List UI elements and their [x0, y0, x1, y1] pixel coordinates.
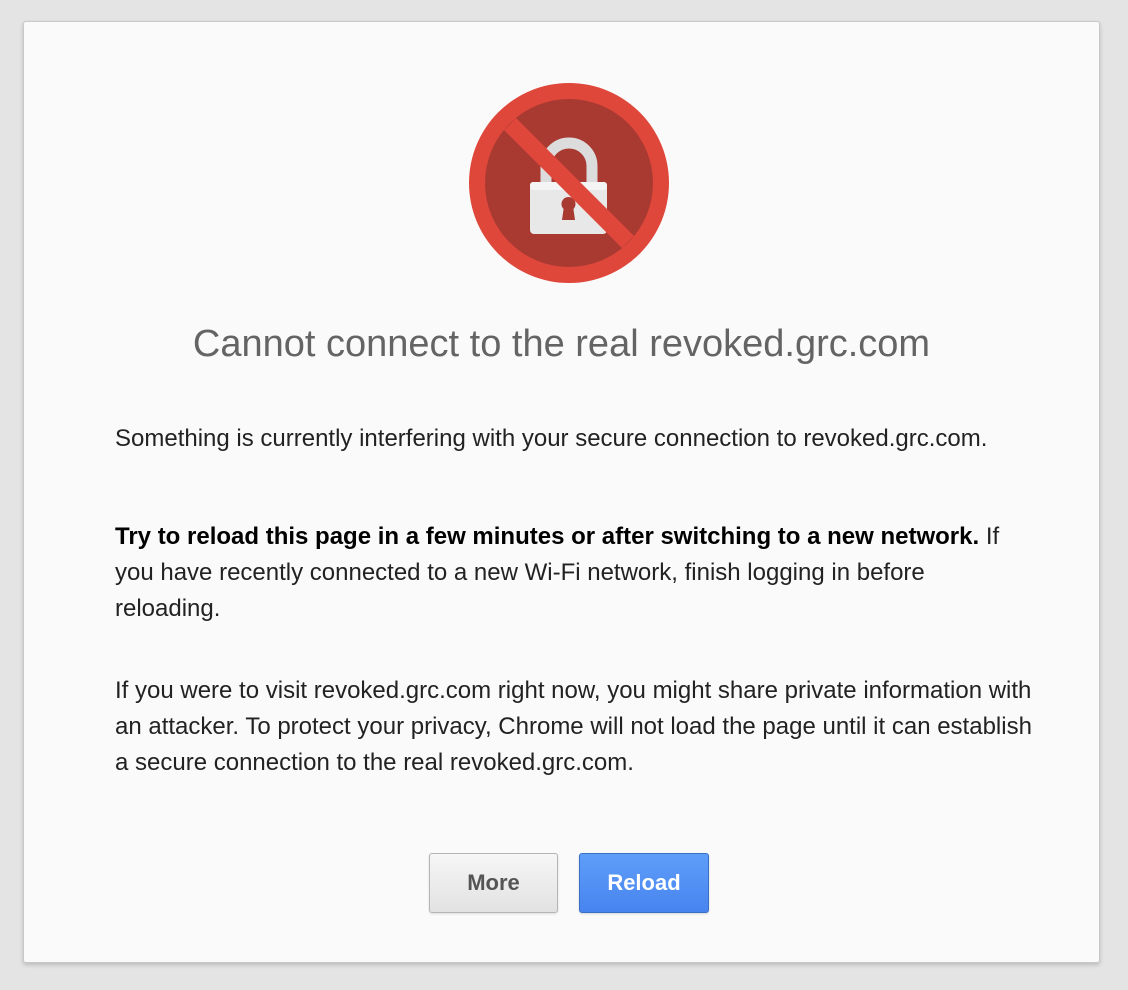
- interstitial-card: Cannot connect to the real revoked.grc.c…: [23, 21, 1100, 963]
- intro-paragraph: Something is currently interfering with …: [115, 425, 988, 452]
- page-title: Cannot connect to the real revoked.grc.c…: [192, 323, 931, 365]
- advice-bold-text: Try to reload this page in a few minutes…: [115, 523, 980, 550]
- more-button[interactable]: More: [429, 853, 558, 913]
- advice-paragraph: Try to reload this page in a few minutes…: [115, 519, 1035, 627]
- privacy-paragraph: If you were to visit revoked.grc.com rig…: [115, 677, 1032, 776]
- revoked-lock-icon: [469, 83, 669, 283]
- reload-button[interactable]: Reload: [579, 853, 709, 913]
